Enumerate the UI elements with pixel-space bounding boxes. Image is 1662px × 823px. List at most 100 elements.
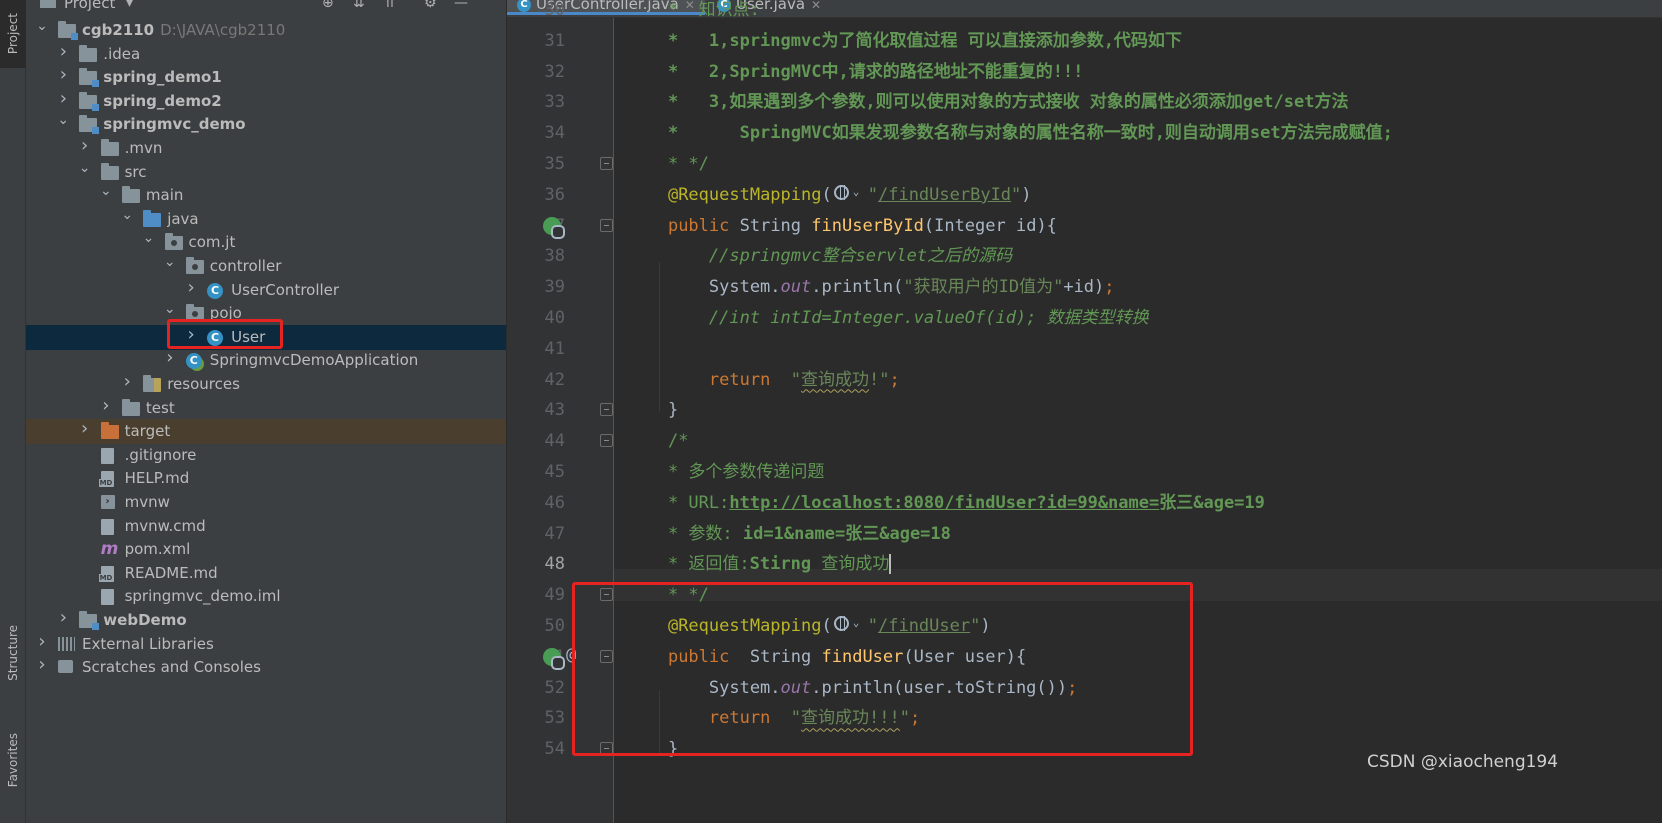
chevron-right-icon[interactable]: › bbox=[79, 420, 91, 438]
code-line[interactable]: } bbox=[627, 394, 678, 426]
chevron-down-icon[interactable]: ⌄ bbox=[143, 230, 155, 246]
tree-item-springmvc-demo[interactable]: ⌄ springmvc_demo bbox=[26, 112, 506, 137]
chevron-right-icon[interactable]: › bbox=[121, 373, 133, 391]
chevron-right-icon[interactable]: › bbox=[57, 42, 69, 60]
project-tool-tab[interactable]: Project bbox=[0, 0, 26, 68]
chevron-right-icon[interactable]: › bbox=[36, 632, 48, 650]
tree-item-target[interactable]: › target bbox=[26, 419, 506, 445]
collapse-all-icon[interactable]: ⇈ bbox=[384, 0, 396, 11]
tree-item-label: java bbox=[167, 209, 199, 228]
chevron-right-icon[interactable]: › bbox=[100, 396, 112, 414]
line-number: 36 bbox=[544, 184, 565, 205]
code-line[interactable]: //int intId=Integer.valueOf(id); 数据类型转换 bbox=[627, 302, 1149, 334]
tree-item-pom-xml[interactable]: m pom.xml bbox=[26, 537, 506, 562]
code-line[interactable]: * 2,SpringMVC中,请求的路径地址不能重复的!!! bbox=[627, 56, 1083, 88]
code-line[interactable]: * 1,springmvc为了简化取值过程 可以直接添加参数,代码如下 bbox=[627, 25, 1182, 57]
chevron-right-icon[interactable]: › bbox=[79, 137, 91, 155]
code-line[interactable]: //springmvc整合servlet之后的源码 bbox=[627, 240, 1012, 272]
tree-item-resources[interactable]: › resources bbox=[26, 372, 506, 397]
tree-item-webdemo[interactable]: › webDemo bbox=[26, 608, 506, 633]
folder-icon bbox=[100, 139, 119, 156]
module-folder-icon bbox=[58, 21, 78, 40]
tree-item-scratches-and-consoles[interactable]: › Scratches and Consoles bbox=[26, 655, 506, 680]
code-line[interactable]: public String finUserById(Integer id){ bbox=[627, 210, 1057, 242]
code-line[interactable]: * 返回值:Stirng 查询成功 bbox=[627, 548, 892, 580]
chevron-down-icon[interactable]: ⌄ bbox=[121, 207, 133, 223]
chevron-down-icon[interactable]: ⌄ bbox=[79, 160, 91, 176]
tree-item-src[interactable]: ⌄ src bbox=[26, 160, 506, 185]
structure-tool-tab[interactable]: Structure bbox=[0, 612, 26, 694]
chevron-right-icon[interactable]: › bbox=[185, 278, 197, 296]
module-folder-icon bbox=[79, 611, 100, 630]
tree-item-spring-demo2[interactable]: › spring_demo2 bbox=[26, 89, 506, 114]
tree-item-cgb2110[interactable]: ⌄ cgb2110 D:\JAVA\cgb2110 bbox=[26, 18, 506, 43]
locate-icon[interactable]: ⊕ bbox=[322, 0, 334, 11]
tree-item-springmvc-demo-iml[interactable]: springmvc_demo.iml bbox=[26, 584, 506, 609]
line-number: 48 bbox=[544, 554, 565, 575]
tree-item-idea[interactable]: › .idea bbox=[26, 42, 506, 67]
code-line[interactable]: * 知识点: bbox=[627, 0, 760, 26]
tree-item-label: springmvc_demo.iml bbox=[124, 587, 281, 606]
chevron-right-icon[interactable]: › bbox=[36, 656, 48, 674]
line-number: 45 bbox=[544, 462, 565, 482]
tree-item-external-libraries[interactable]: › External Libraries bbox=[26, 632, 506, 657]
tree-item-spring-demo1[interactable]: › spring_demo1 bbox=[26, 65, 506, 90]
tree-item-controller[interactable]: ⌄ controller bbox=[26, 254, 506, 279]
tree-item-help-md[interactable]: HELP.md bbox=[26, 466, 506, 491]
chevron-down-icon[interactable]: ⌄ bbox=[57, 112, 69, 128]
code-line[interactable]: * 多个参数传递问题 bbox=[627, 456, 824, 488]
tree-item-gitignore[interactable]: .gitignore bbox=[26, 443, 506, 468]
tree-item-readme-md[interactable]: README.md bbox=[26, 561, 506, 586]
chevron-down-icon[interactable]: ⌄ bbox=[164, 301, 176, 317]
code-line[interactable]: * 3,如果遇到多个参数,则可以使用对象的方式接收 对象的属性必须添加get/s… bbox=[627, 86, 1349, 118]
fold-marker-icon[interactable] bbox=[600, 157, 613, 170]
favorites-tool-tab[interactable]: Favorites bbox=[0, 712, 26, 808]
fold-marker-icon[interactable] bbox=[600, 434, 613, 448]
watermark: CSDN @xiaocheng194 bbox=[1367, 752, 1559, 772]
line-number: 38 bbox=[544, 246, 565, 267]
package-icon bbox=[164, 233, 183, 251]
code-line[interactable]: * 参数: id=1&name=张三&age=18 bbox=[627, 518, 951, 550]
chevron-right-icon[interactable]: › bbox=[57, 609, 69, 627]
chevron-right-icon[interactable]: › bbox=[57, 66, 69, 84]
project-tool-tab-label: Project bbox=[6, 13, 20, 55]
chevron-right-icon[interactable]: › bbox=[57, 89, 69, 107]
gear-icon[interactable]: ⚙ bbox=[424, 0, 437, 11]
chevron-down-icon[interactable]: ⌄ bbox=[100, 183, 112, 199]
fold-marker-icon[interactable] bbox=[600, 218, 613, 232]
tree-item-test[interactable]: › test bbox=[26, 396, 506, 421]
tree-item-mvn[interactable]: › .mvn bbox=[26, 136, 506, 161]
request-mapping-gutter-icon[interactable] bbox=[543, 216, 565, 239]
code-line[interactable]: @RequestMapping(⌄ "/findUserById") bbox=[627, 179, 1032, 211]
module-folder-icon bbox=[79, 68, 100, 88]
code-line[interactable]: * */ bbox=[627, 148, 709, 180]
close-icon[interactable]: ✕ bbox=[811, 0, 821, 12]
chevron-right-icon[interactable]: › bbox=[164, 349, 176, 367]
code-line[interactable]: System.out.println("获取用户的ID值为"+id); bbox=[627, 271, 1115, 303]
expand-all-icon[interactable]: ⇊ bbox=[353, 0, 365, 11]
chevron-down-icon[interactable]: ⌄ bbox=[164, 254, 176, 270]
tree-item-usercontroller[interactable]: › C UserController bbox=[26, 278, 506, 303]
tree-item-label: resources bbox=[167, 375, 240, 393]
tree-item-java[interactable]: ⌄ java bbox=[26, 207, 506, 232]
code-line[interactable]: return "查询成功!"; bbox=[627, 364, 900, 396]
fold-marker-icon[interactable] bbox=[600, 403, 613, 417]
tree-item-mvnw[interactable]: › mvnw bbox=[26, 490, 506, 515]
markdown-file-icon bbox=[98, 565, 119, 582]
code-line[interactable]: * SpringMVC如果发现参数名称与对象的属性名称一致时,则自动调用set方… bbox=[627, 117, 1393, 149]
code-line[interactable]: * URL:http://localhost:8080/findUser?id=… bbox=[627, 487, 1265, 519]
chevron-down-icon[interactable]: ⌄ bbox=[36, 18, 48, 34]
tree-item-mvnw-cmd[interactable]: mvnw.cmd bbox=[26, 514, 506, 539]
code-line[interactable]: /* bbox=[627, 425, 688, 457]
request-mapping-gutter-icon[interactable] bbox=[543, 647, 565, 670]
tree-item-springmvcdemoapplication[interactable]: › C SpringmvcDemoApplication bbox=[26, 348, 506, 373]
folder-icon bbox=[121, 186, 140, 204]
favorites-tool-tab-label: Favorites bbox=[6, 732, 20, 788]
tree-item-com-jt[interactable]: ⌄ com.jt bbox=[26, 230, 506, 255]
minimize-icon[interactable]: — bbox=[454, 0, 468, 11]
tree-item-main[interactable]: ⌄ main bbox=[26, 183, 506, 208]
view-chevron-down-icon[interactable]: ▾ bbox=[126, 0, 133, 11]
tree-item-label: spring_demo1 bbox=[103, 68, 222, 87]
code-editor[interactable]: C UserController.java ✕ C User.java ✕ 30 31 32… bbox=[507, 0, 1662, 823]
project-panel-header: Project ▾ ⊕ ⇊ ⇈ ⚙ — bbox=[26, 0, 506, 18]
